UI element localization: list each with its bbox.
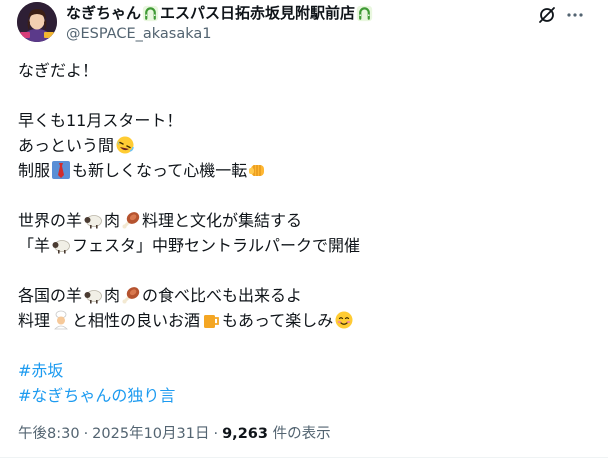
- text-segment: なぎだよ！: [18, 61, 99, 80]
- name-row[interactable]: なぎちゃん エスパス日拓赤坂見附駅前店: [66, 3, 548, 23]
- tweet-date[interactable]: 2025年10月31日: [92, 426, 209, 442]
- text-segment: 料理と文化が集結する: [142, 211, 303, 230]
- horseshoe-icon: [142, 5, 159, 22]
- meat-on-bone-icon: [121, 285, 141, 305]
- meat-on-bone-icon: [121, 210, 141, 230]
- sheep-icon: [83, 210, 103, 230]
- sheep-icon: [83, 285, 103, 305]
- beer-mug-icon: [201, 310, 221, 330]
- text-line: #赤坂: [18, 358, 578, 383]
- avatar-image: [17, 2, 57, 42]
- display-name[interactable]: なぎちゃん: [66, 3, 141, 23]
- rolling-on-floor-laughing-icon: [115, 135, 135, 155]
- tweet: なぎちゃん エスパス日拓赤坂見附駅前店 @ESPACE_akasaka1 なぎだ…: [0, 0, 608, 458]
- more-dots-icon[interactable]: [565, 5, 585, 25]
- smiling-face-icon: [334, 310, 354, 330]
- text-segment: 各国の羊: [18, 286, 83, 305]
- hashtag-link[interactable]: #なぎちゃんの独り言: [18, 386, 175, 405]
- text-segment: もあって楽しみ: [222, 311, 334, 330]
- text-segment: 肉: [104, 286, 121, 305]
- text-segment: も新しくなって心機一転: [72, 161, 248, 180]
- tweet-meta: 午後8:30 · 2025年10月31日 · 9,263 件の表示: [18, 424, 331, 444]
- text-segment: と相性の良いお酒: [72, 311, 201, 330]
- text-line: あっという間: [18, 133, 578, 158]
- text-segment: 制服: [18, 161, 51, 180]
- text-line: 各国の羊 肉 の食べ比べも出来るよ: [18, 283, 578, 308]
- text-line: 早くも11月スタート！: [18, 108, 578, 133]
- views-label: 件の表示: [272, 426, 331, 442]
- hashtag-link[interactable]: #赤坂: [18, 361, 63, 380]
- text-segment: 料理: [18, 311, 51, 330]
- sheep-icon: [51, 235, 71, 255]
- text-segment: 肉: [104, 211, 121, 230]
- text-line: 制服 も新しくなって心機一転: [18, 158, 578, 183]
- cook-icon: [51, 310, 71, 330]
- text-line: 世界の羊 肉 料理と文化が集結する: [18, 208, 578, 233]
- text-line: 「羊 フェスタ」中野セントラルパークで開催: [18, 233, 578, 258]
- text-line: なぎだよ！: [18, 58, 578, 83]
- user-handle[interactable]: @ESPACE_akasaka1: [66, 24, 548, 44]
- text-segment: 早くも11月スタート！: [18, 111, 183, 130]
- text-line: #なぎちゃんの独り言: [18, 383, 578, 408]
- text-line: 料理 と相性の良いお酒 もあって楽しみ: [18, 308, 578, 333]
- text-segment: あっという間: [18, 136, 115, 155]
- meta-separator: ·: [83, 426, 89, 442]
- horseshoe-icon: [356, 5, 373, 22]
- grok-icon[interactable]: [537, 5, 557, 25]
- tweet-header: なぎちゃん エスパス日拓赤坂見附駅前店 @ESPACE_akasaka1: [66, 3, 548, 44]
- meta-separator: ·: [213, 426, 219, 442]
- necktie-icon: [51, 160, 71, 180]
- text-segment: の食べ比べも出来るよ: [142, 286, 303, 305]
- avatar[interactable]: [17, 2, 57, 42]
- tweet-text: なぎだよ！ 早くも11月スタート！ あっという間 制服 も新しくなって心機一転 …: [18, 58, 578, 408]
- display-name-suffix[interactable]: エスパス日拓赤坂見附駅前店: [160, 3, 355, 23]
- text-segment: 世界の羊: [18, 211, 83, 230]
- views-count: 9,263: [222, 426, 268, 442]
- text-segment: フェスタ」中野セントラルパークで開催: [72, 236, 361, 255]
- text-segment: 「羊: [18, 236, 51, 255]
- tweet-time[interactable]: 午後8:30: [18, 426, 80, 442]
- oncoming-fist-icon: [248, 160, 268, 180]
